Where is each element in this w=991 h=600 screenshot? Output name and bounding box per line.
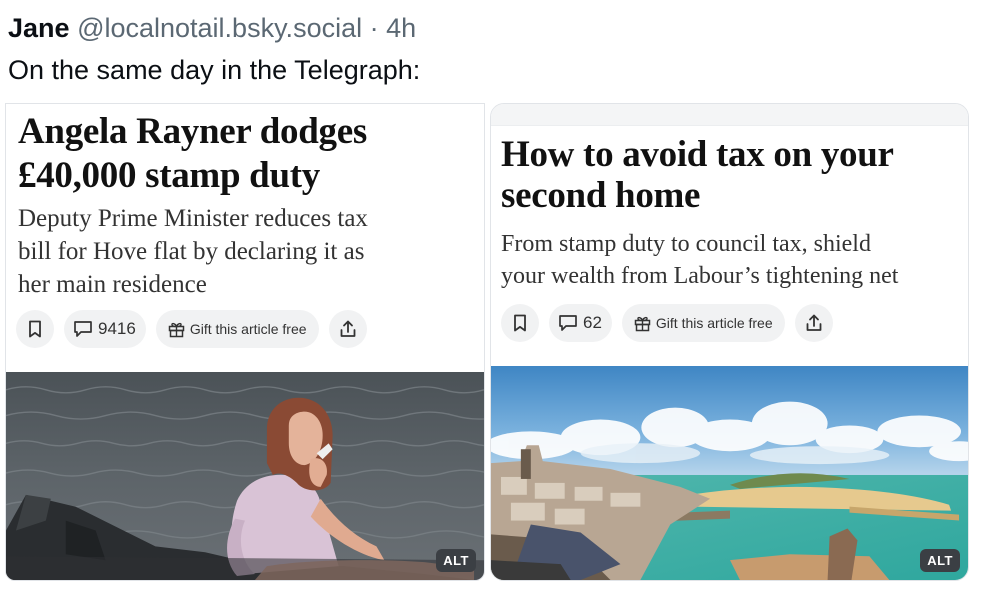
post-time[interactable]: 4h	[386, 13, 416, 43]
share-button[interactable]	[794, 304, 833, 342]
post-header: Jane @localnotail.bsky.social · 4h	[8, 8, 416, 48]
gift-icon	[168, 322, 185, 337]
gift-icon	[634, 316, 651, 331]
gift-label: Gift this article free	[655, 315, 773, 331]
subhead-line: bill for Hove flat by declaring it as	[18, 238, 365, 265]
share-icon	[340, 320, 355, 337]
comments-button[interactable]: 9416	[64, 310, 146, 348]
bookmark-icon	[29, 320, 41, 338]
article-card-second-home[interactable]: How to avoid tax on your second home Fro…	[490, 103, 969, 581]
subhead-line: your wealth from Labour’s tightening net	[501, 263, 899, 289]
article-subhead: From stamp duty to council tax, shield y…	[501, 228, 966, 292]
subhead-line: From stamp duty to council tax, shield	[501, 231, 871, 257]
article-photo[interactable]: ALT	[491, 366, 968, 580]
bookmark-button[interactable]	[16, 310, 54, 348]
bookmark-button[interactable]	[501, 304, 539, 342]
headline-line: Angela Rayner dodges	[18, 111, 367, 152]
article-headline: Angela Rayner dodges £40,000 stamp duty	[18, 110, 478, 198]
post-separator: ·	[369, 13, 379, 43]
comment-count: 9416	[98, 319, 136, 338]
share-icon	[806, 314, 822, 331]
comments-button[interactable]: 62	[549, 304, 612, 342]
subhead-line: Deputy Prime Minister reduces tax	[18, 205, 368, 232]
headline-line: How to avoid tax on your	[501, 134, 894, 175]
share-button[interactable]	[328, 310, 367, 348]
alt-text-badge[interactable]: ALT	[920, 549, 960, 572]
comment-icon	[74, 321, 92, 337]
comment-icon	[559, 315, 577, 331]
article-photo[interactable]: ALT	[6, 372, 484, 580]
subhead-line: her main residence	[18, 271, 207, 298]
author-handle[interactable]: @localnotail.bsky.social	[77, 13, 362, 43]
author-name[interactable]: Jane	[8, 13, 70, 43]
article-headline: How to avoid tax on your second home	[501, 134, 961, 216]
headline-line: second home	[501, 175, 701, 216]
card-top-strip	[491, 104, 968, 126]
headline-line: £40,000 stamp duty	[18, 155, 320, 196]
bookmark-icon	[514, 314, 526, 332]
article-card-rayner[interactable]: Angela Rayner dodges £40,000 stamp duty …	[5, 103, 485, 581]
article-subhead: Deputy Prime Minister reduces tax bill f…	[18, 202, 478, 301]
article-actions: 9416 Gift this article free	[16, 310, 377, 348]
harbour-town-photo	[491, 366, 968, 580]
post-text: On the same day in the Telegraph:	[8, 55, 421, 85]
alt-text-badge[interactable]: ALT	[436, 549, 476, 572]
article-actions: 62 Gift this article free	[501, 304, 843, 342]
gift-label: Gift this article free	[189, 321, 307, 337]
comment-count: 62	[583, 313, 602, 332]
sea-kayak-photo	[6, 372, 484, 580]
gift-article-button[interactable]: Gift this article free	[155, 310, 319, 348]
gift-article-button[interactable]: Gift this article free	[621, 304, 785, 342]
